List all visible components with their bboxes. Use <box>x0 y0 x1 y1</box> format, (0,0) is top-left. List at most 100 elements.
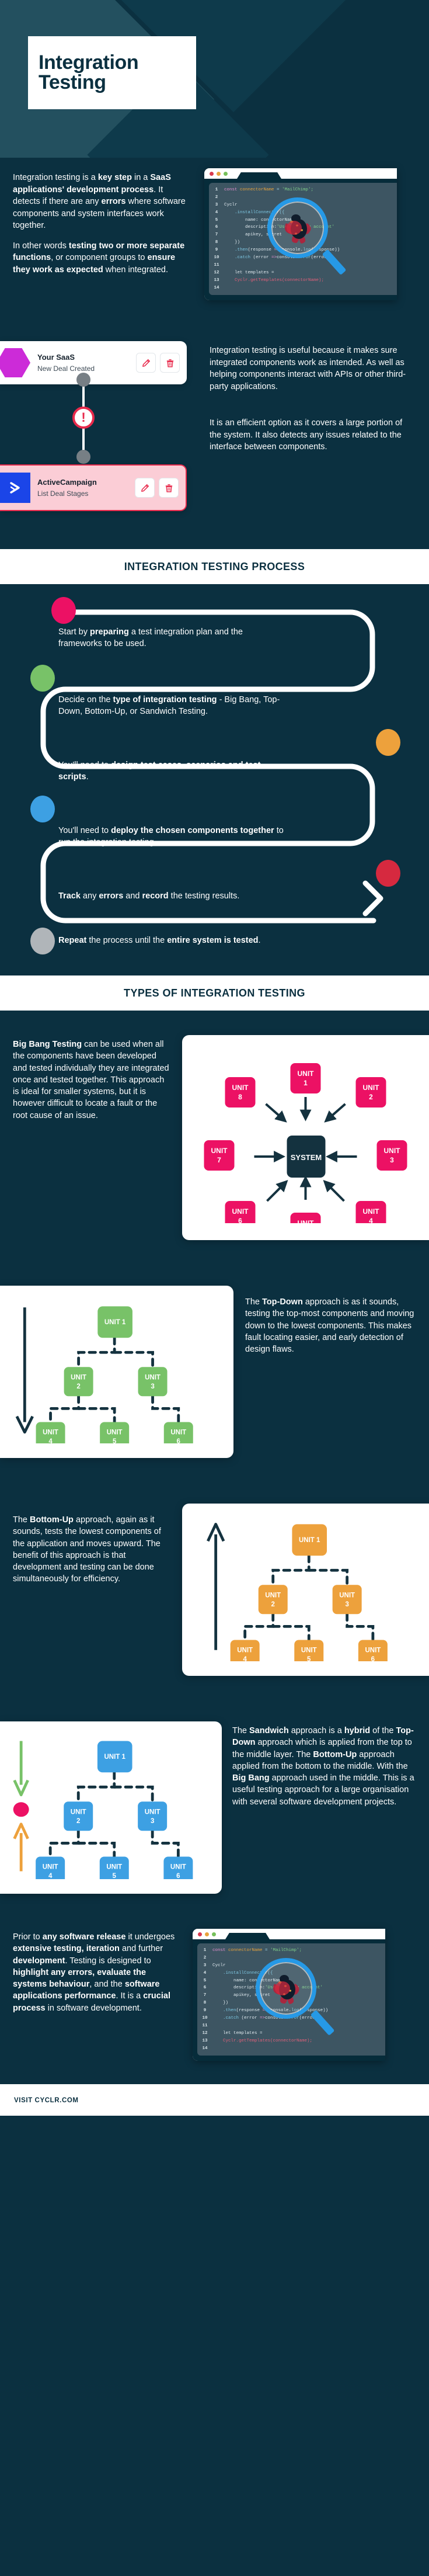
topdown-row: UNIT 1 UNIT 2 UNIT 3 UNIT 4 UNIT 5 UNIT 6 The… <box>0 1240 429 1458</box>
sandwich-term: Sandwich <box>249 1726 289 1735</box>
green-dot-icon[interactable] <box>212 1932 216 1936</box>
concl-d: extensive testing, iteration <box>13 1944 120 1954</box>
flow-card-your-saas[interactable]: Your SaaS New Deal Created <box>0 341 187 384</box>
step6-e: . <box>258 936 261 945</box>
topdown-a: The <box>245 1297 263 1307</box>
svg-text:UNIT: UNIT <box>265 1592 281 1599</box>
concl-k: . It is a <box>116 1991 144 2001</box>
green-dot-icon[interactable] <box>224 171 228 176</box>
step2-b: type of integration testing <box>113 695 217 704</box>
svg-text:UNIT: UNIT <box>365 1647 381 1654</box>
bottomup-diagram: UNIT 1 UNIT 2 UNIT 3 UNIT 4 UNIT 5 UNIT 6 <box>207 1522 388 1669</box>
intro-paragraph-1: Integration testing is a key step in a S… <box>13 172 190 232</box>
concl-a: Prior to <box>13 1932 43 1942</box>
bigbang-text: Big Bang Testing can be used when all th… <box>0 1035 182 1240</box>
svg-text:UNIT: UNIT <box>71 1374 86 1381</box>
code-tab-2[interactable] <box>225 1933 270 1939</box>
intro-p2-c: , or component groups to <box>51 253 148 263</box>
delete-button-your-saas[interactable] <box>160 353 180 373</box>
code-line: 1 const connectorName = 'MailChimp'; <box>209 186 397 194</box>
line-number: 1 <box>203 1948 207 1953</box>
code-line: 12 let templates = <box>197 2030 385 2037</box>
cards-paragraph-2: It is an efficient option as it covers a… <box>210 418 403 452</box>
error-alert-icon[interactable]: ! <box>72 407 95 429</box>
sandwich-text: The Sandwich approach is a hybrid of the… <box>222 1721 429 1894</box>
step4-a: You'll need to <box>58 826 111 835</box>
yellow-dot-icon[interactable] <box>205 1932 209 1936</box>
svg-text:UNIT: UNIT <box>71 1808 86 1815</box>
code-text: Cyclr <box>212 1963 226 1968</box>
svg-text:3: 3 <box>390 1156 394 1164</box>
svg-text:UNIT: UNIT <box>107 1429 123 1436</box>
bigbang-diagram-panel: SYSTEM UNIT1 UNIT2 UNIT3 UNIT4 UNIT5 UNI… <box>182 1035 429 1243</box>
bottomup-term: Bottom-Up <box>30 1515 74 1525</box>
flow-node-top <box>76 373 90 387</box>
bottomup-row: The Bottom-Up approach, again as it soun… <box>0 1458 429 1676</box>
svg-text:2: 2 <box>369 1093 373 1101</box>
intro-p2-a: In other words <box>13 241 69 251</box>
code-tab[interactable] <box>237 172 281 179</box>
svg-text:UNIT: UNIT <box>363 1084 380 1092</box>
svg-text:UNIT: UNIT <box>145 1374 161 1381</box>
step5-c: any <box>80 891 99 901</box>
activecampaign-card-text: ActiveCampaign List Deal Stages <box>37 478 131 498</box>
step6-d: entire system is tested <box>167 936 259 945</box>
code-text: }) <box>212 2001 229 2006</box>
concl-e: and further <box>119 1944 163 1954</box>
infographic-page: Integration Testing Integration testing … <box>0 0 429 2576</box>
code-line: 13 Cyclr.getTemplates(connectorName); <box>209 277 397 284</box>
pencil-icon <box>142 359 150 367</box>
code-text: Cyclr.getTemplates(connectorName); <box>212 2038 313 2043</box>
step1-a: Start by <box>58 627 90 637</box>
intro-p1-b: key step <box>97 173 132 182</box>
process-dot-2 <box>30 665 55 692</box>
process-step-4: You'll need to deploy the chosen compone… <box>58 825 292 848</box>
code-line: 11 <box>197 2022 385 2030</box>
svg-text:UNIT: UNIT <box>363 1207 380 1216</box>
flow-card-activecampaign[interactable]: ActiveCampaign List Deal Stages <box>0 464 187 511</box>
edit-button-your-saas[interactable] <box>136 353 156 373</box>
line-number: 9 <box>203 2008 207 2013</box>
line-number: 1 <box>215 188 218 192</box>
bottomup-diagram-panel: UNIT 1 UNIT 2 UNIT 3 UNIT 4 UNIT 5 UNIT 6 <box>182 1504 429 1676</box>
svg-text:UNIT: UNIT <box>301 1647 317 1654</box>
bigbang-term: Big Bang Testing <box>13 1040 82 1049</box>
step5-f: record <box>142 891 169 901</box>
cards-section: Your SaaS New Deal Created ! ActiveCampa… <box>0 321 429 532</box>
code-text: Cyclr.getTemplates(connectorName); <box>224 277 325 283</box>
concl-i: , and the <box>89 1980 125 1990</box>
process-section: Start by preparing a test integration pl… <box>0 584 429 975</box>
line-number: 7 <box>215 232 218 238</box>
page-title: Integration Testing <box>39 53 196 92</box>
line-number: 3 <box>215 202 218 207</box>
process-dot-4 <box>30 796 55 822</box>
svg-text:7: 7 <box>217 1156 221 1164</box>
line-number: 14 <box>214 285 219 290</box>
process-heading: INTEGRATION TESTING PROCESS <box>124 561 305 572</box>
topdown-text: The Top-Down approach is as it sounds, t… <box>233 1286 429 1458</box>
bug-icon <box>285 214 311 244</box>
svg-text:4: 4 <box>48 1873 53 1879</box>
process-step-2: Decide on the type of integration testin… <box>58 694 289 717</box>
your-saas-subtitle: New Deal Created <box>37 364 95 373</box>
page-title-card: Integration Testing <box>28 36 196 109</box>
line-number: 10 <box>202 2016 208 2021</box>
step5-g: the testing results. <box>168 891 240 901</box>
svg-text:5: 5 <box>113 1873 117 1879</box>
red-dot-icon[interactable] <box>210 171 214 176</box>
svg-text:UNIT 1: UNIT 1 <box>104 1319 126 1326</box>
red-dot-icon[interactable] <box>198 1932 202 1936</box>
delete-button-activecampaign[interactable] <box>159 478 179 498</box>
yellow-dot-icon[interactable] <box>217 171 221 176</box>
code-text: Cyclr <box>224 202 238 207</box>
line-number: 14 <box>202 2046 208 2051</box>
footer-cta[interactable]: VISIT CYCLR.COM <box>14 2097 429 2104</box>
edit-button-activecampaign[interactable] <box>135 478 155 498</box>
process-dot-1 <box>51 597 76 624</box>
line-number: 2 <box>215 195 218 200</box>
conclusion-row: Prior to any software release it undergo… <box>0 1894 429 2084</box>
bigbang-diagram: SYSTEM UNIT1 UNIT2 UNIT3 UNIT4 UNIT5 UNI… <box>204 1063 407 1243</box>
intro-section: Integration testing is a key step in a S… <box>0 158 429 321</box>
